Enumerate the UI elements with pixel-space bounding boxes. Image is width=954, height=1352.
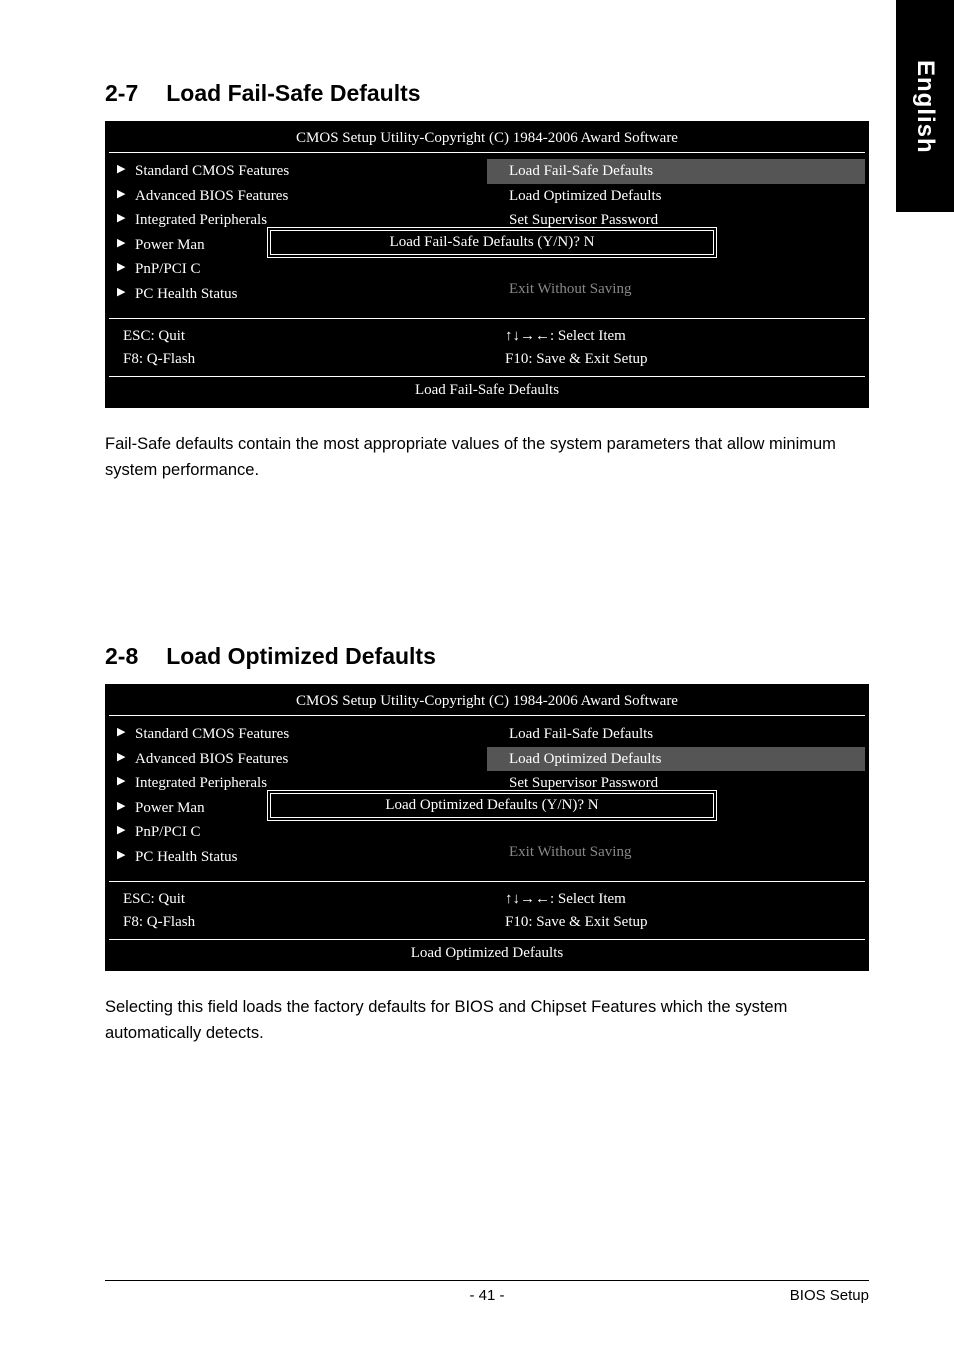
popup-text: Load Optimized Defaults (Y/N)? N [385, 797, 598, 813]
bios-menu-item-highlighted[interactable]: Load Optimized Defaults [487, 747, 865, 772]
bios-confirm-popup[interactable]: Load Fail-Safe Defaults (Y/N)? N [267, 227, 717, 258]
section-27-number: 2-7 [105, 80, 138, 106]
hint-f8: F8: Q-Flash [123, 911, 483, 934]
section-28-heading: 2-8 Load Optimized Defaults [105, 643, 869, 670]
language-side-tab: English [896, 0, 954, 212]
bios-menu-item[interactable]: ▶Advanced BIOS Features [109, 184, 487, 209]
bios-confirm-popup[interactable]: Load Optimized Defaults (Y/N)? N [267, 790, 717, 821]
bios-menu-item[interactable]: ▶Standard CMOS Features [109, 159, 487, 184]
bios-menu-item[interactable]: ▶PnP/PCI C [109, 820, 487, 845]
menu-arrow-icon: ▶ [117, 259, 125, 276]
bios-menu-item[interactable]: Exit Without Saving [487, 277, 865, 302]
bios-menu-item[interactable]: Load Optimized Defaults [487, 184, 865, 209]
section-27-body-text: Fail-Safe defaults contain the most appr… [105, 432, 869, 483]
menu-arrow-icon: ▶ [117, 235, 125, 252]
hint-esc: ESC: Quit [123, 325, 483, 348]
menu-arrow-icon: ▶ [117, 210, 125, 227]
bios-menu-item[interactable]: ▶PnP/PCI C [109, 257, 487, 282]
page-number: - 41 - [469, 1287, 504, 1304]
bios-menu-item[interactable]: ▶PC Health Status [109, 282, 487, 307]
bios-header: CMOS Setup Utility-Copyright (C) 1984-20… [109, 688, 865, 716]
bios-footer-hints: ESC: Quit F8: Q-Flash ↑↓→←: Select Item … [109, 319, 865, 377]
section-27-heading: 2-7 Load Fail-Safe Defaults [105, 80, 869, 107]
hint-arrows: ↑↓→←: Select Item [505, 325, 865, 348]
hint-esc: ESC: Quit [123, 888, 483, 911]
menu-arrow-icon: ▶ [117, 773, 125, 790]
bios-menu-item[interactable]: Load Fail-Safe Defaults [487, 722, 865, 747]
bios-body: ▶Standard CMOS Features ▶Advanced BIOS F… [109, 153, 865, 319]
footer-section-label: BIOS Setup [790, 1287, 869, 1304]
menu-arrow-icon: ▶ [117, 724, 125, 741]
bios-box-27: CMOS Setup Utility-Copyright (C) 1984-20… [105, 121, 869, 408]
bios-header: CMOS Setup Utility-Copyright (C) 1984-20… [109, 125, 865, 153]
menu-arrow-icon: ▶ [117, 749, 125, 766]
page-content: 2-7 Load Fail-Safe Defaults CMOS Setup Ut… [0, 0, 954, 1046]
menu-arrow-icon: ▶ [117, 284, 125, 301]
section-28-number: 2-8 [105, 643, 138, 669]
menu-arrow-icon: ▶ [117, 161, 125, 178]
hint-arrows: ↑↓→←: Select Item [505, 888, 865, 911]
page-footer: - 41 - BIOS Setup [105, 1280, 869, 1304]
bios-menu-item[interactable]: ▶PC Health Status [109, 845, 487, 870]
section-28-body-text: Selecting this field loads the factory d… [105, 995, 869, 1046]
bios-box-28: CMOS Setup Utility-Copyright (C) 1984-20… [105, 684, 869, 971]
section-28-title: Load Optimized Defaults [166, 643, 436, 669]
menu-arrow-icon: ▶ [117, 798, 125, 815]
hint-f8: F8: Q-Flash [123, 348, 483, 371]
language-label: English [911, 60, 939, 154]
menu-arrow-icon: ▶ [117, 847, 125, 864]
section-27-title: Load Fail-Safe Defaults [166, 80, 420, 106]
bios-menu-item-highlighted[interactable]: Load Fail-Safe Defaults [487, 159, 865, 184]
menu-arrow-icon: ▶ [117, 186, 125, 203]
hint-f10: F10: Save & Exit Setup [505, 348, 865, 371]
bios-footer-hints: ESC: Quit F8: Q-Flash ↑↓→←: Select Item … [109, 882, 865, 940]
bios-menu-item[interactable]: Exit Without Saving [487, 840, 865, 865]
hint-f10: F10: Save & Exit Setup [505, 911, 865, 934]
bios-menu-item[interactable]: ▶Advanced BIOS Features [109, 747, 487, 772]
bios-footer-title: Load Optimized Defaults [109, 940, 865, 967]
bios-body: ▶Standard CMOS Features ▶Advanced BIOS F… [109, 716, 865, 882]
popup-text: Load Fail-Safe Defaults (Y/N)? N [390, 234, 595, 250]
bios-menu-item[interactable]: ▶Standard CMOS Features [109, 722, 487, 747]
menu-arrow-icon: ▶ [117, 822, 125, 839]
bios-footer-title: Load Fail-Safe Defaults [109, 377, 865, 404]
